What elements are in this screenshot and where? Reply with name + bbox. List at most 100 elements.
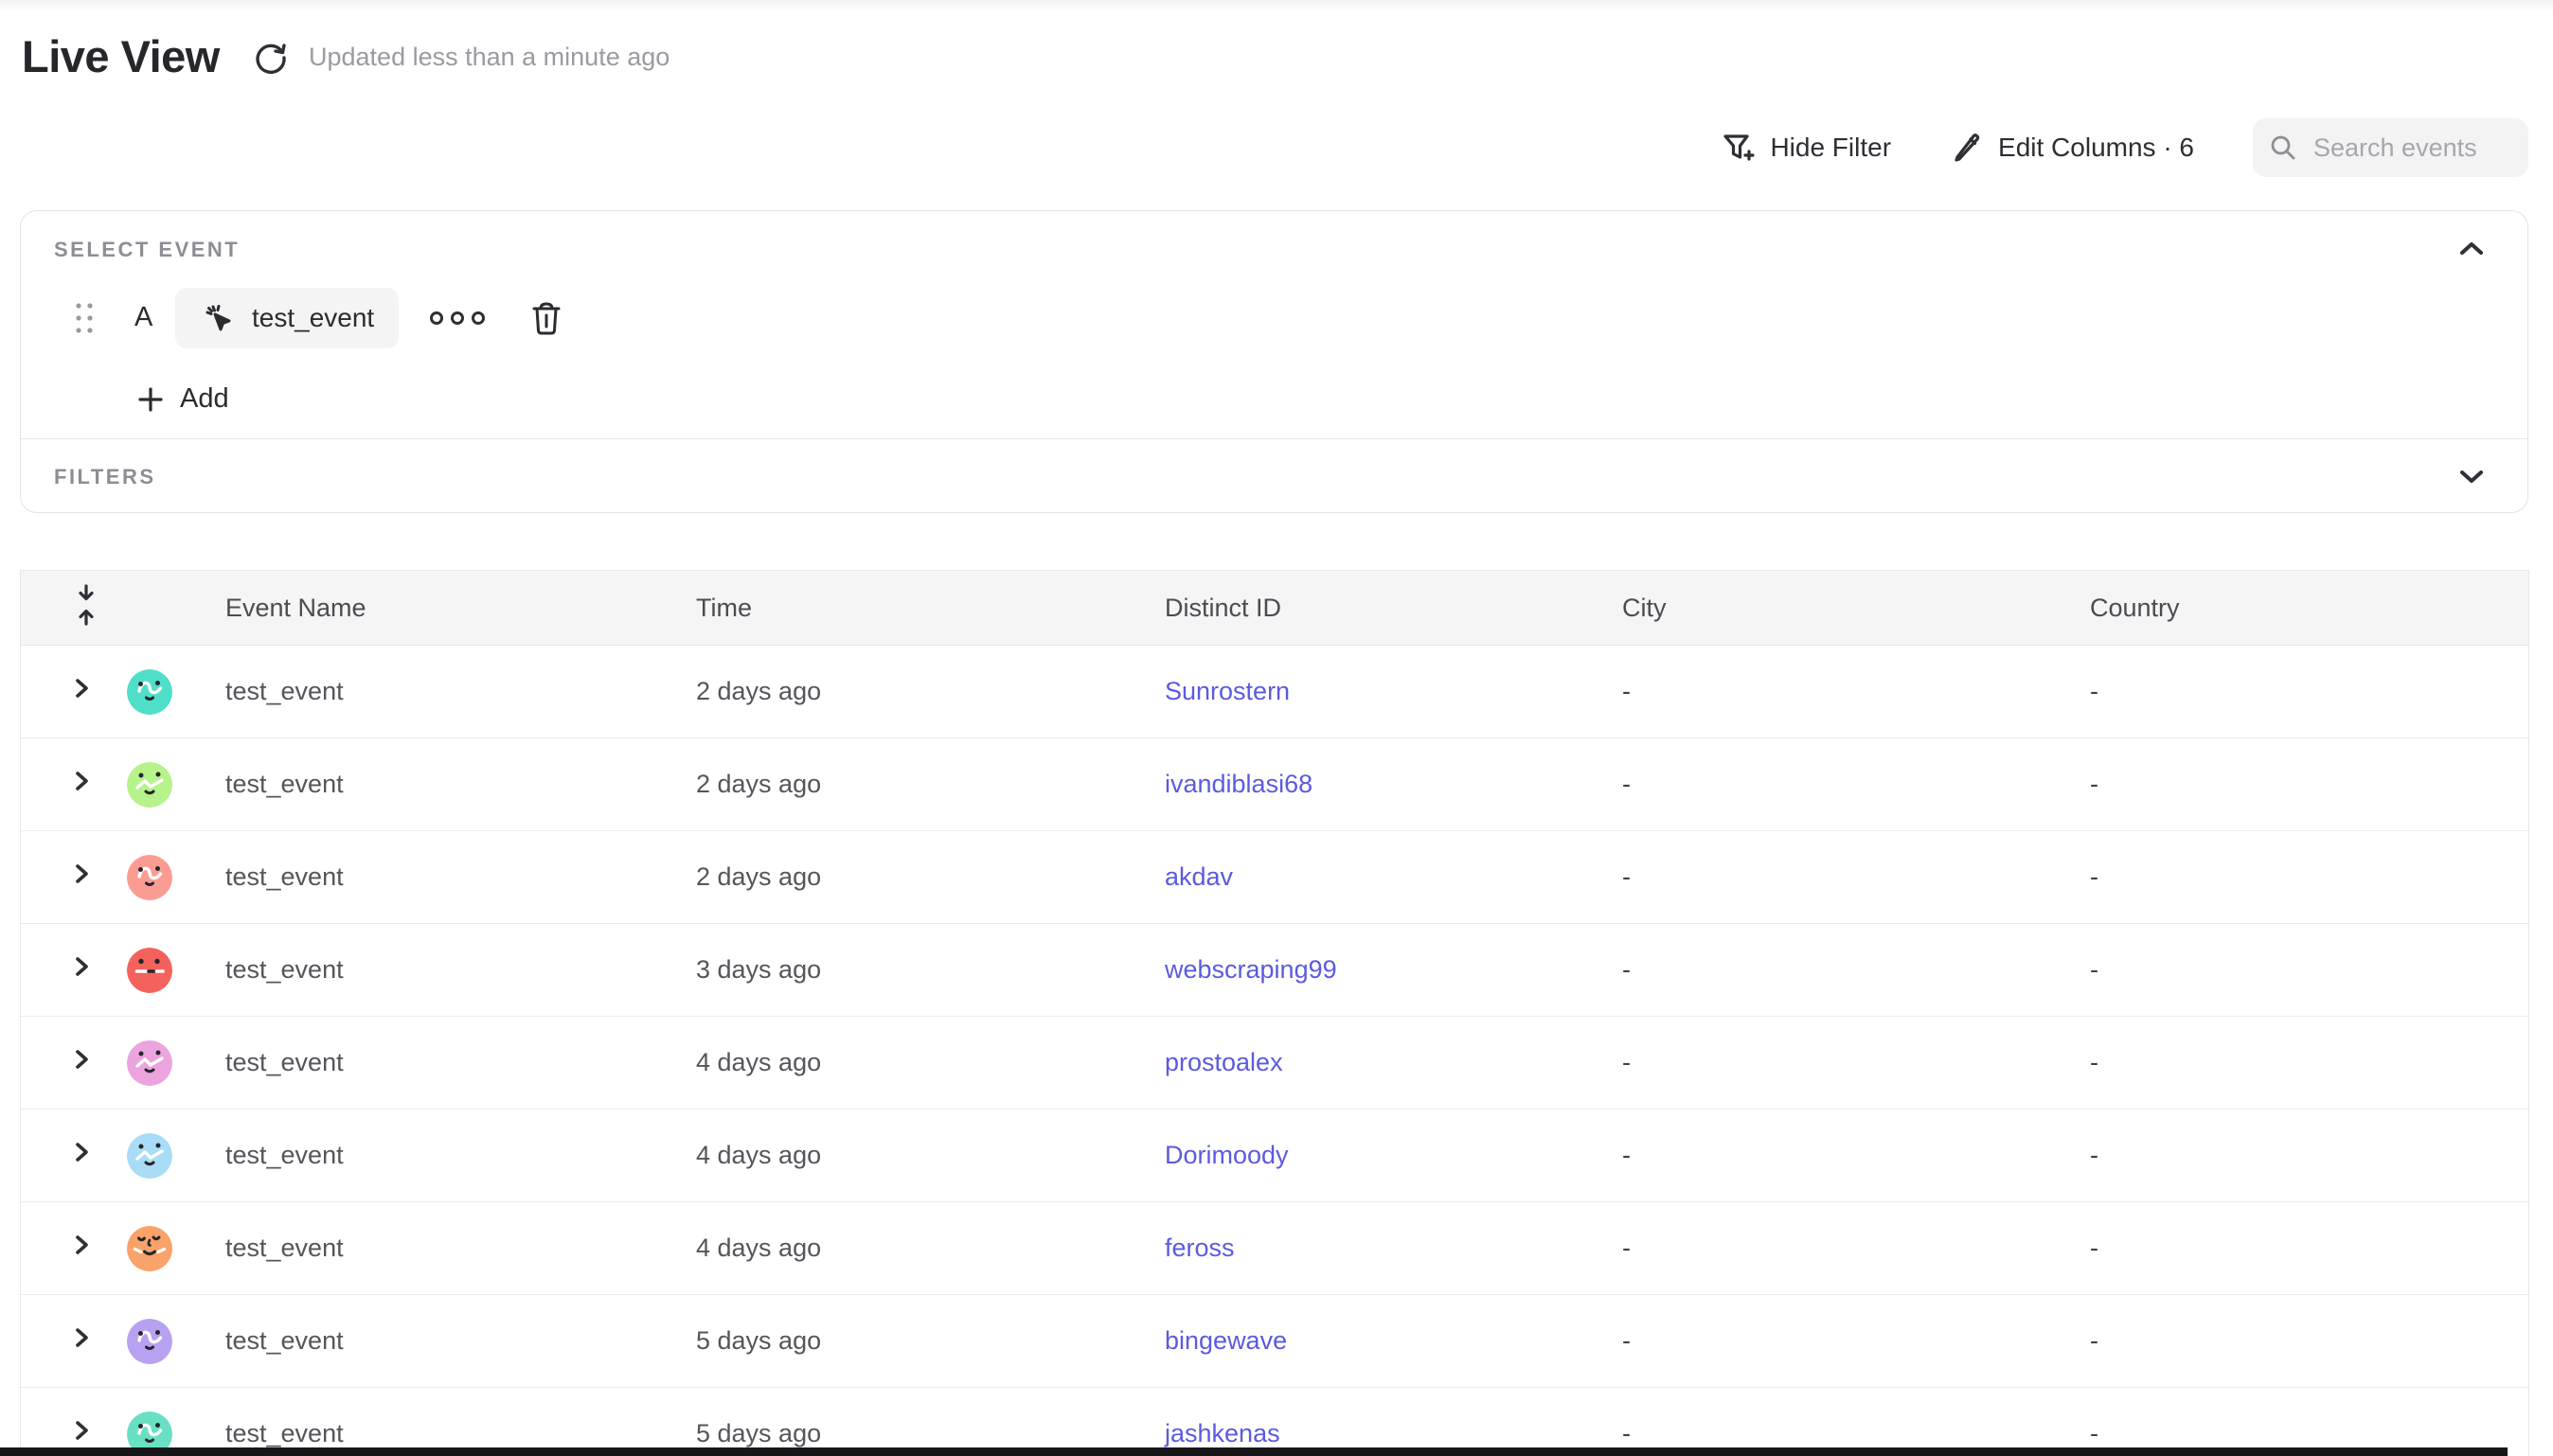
table-row[interactable]: test_event 4 days ago Dorimoody - - (21, 1110, 2528, 1202)
distinct-id-link[interactable]: feross (1165, 1234, 1235, 1262)
delete-event-button[interactable] (528, 299, 564, 337)
expand-row-button[interactable] (69, 1418, 94, 1443)
refresh-icon (253, 40, 289, 76)
expand-row-button[interactable] (69, 769, 94, 793)
column-header-distinct-id: Distinct ID (1165, 594, 1622, 623)
avatar (127, 1226, 172, 1271)
country-cell: - (2090, 862, 2528, 892)
live-view-page: Live View Updated less than a minute ago… (0, 0, 2553, 1456)
expand-filters-button[interactable] (2455, 465, 2488, 488)
column-header-time: Time (696, 594, 1165, 623)
event-options-button[interactable] (430, 305, 489, 331)
distinct-id-link[interactable]: Dorimoody (1165, 1141, 1289, 1169)
cursor-click-icon (200, 299, 238, 337)
distinct-id-link[interactable]: akdav (1165, 862, 1233, 891)
avatar (127, 1133, 172, 1179)
table-row[interactable]: test_event 2 days ago Sunrostern - - (21, 646, 2528, 738)
select-event-section-label: SELECT EVENT (54, 238, 240, 262)
more-options-icon (430, 311, 443, 325)
query-builder-panel: SELECT EVENT A test_event (20, 210, 2528, 513)
panel-divider (21, 438, 2527, 439)
country-cell: - (2090, 1234, 2528, 1263)
drag-handle-icon[interactable] (74, 301, 95, 335)
distinct-id-link[interactable]: jashkenas (1165, 1419, 1280, 1447)
table-row[interactable]: test_event 3 days ago webscraping99 - - (21, 924, 2528, 1017)
collapse-all-rows-button[interactable] (69, 582, 103, 628)
chevron-right-icon (69, 1140, 94, 1164)
country-cell: - (2090, 955, 2528, 985)
event-name-cell: test_event (225, 862, 696, 892)
time-cell: 2 days ago (696, 677, 1165, 706)
edit-columns-label: Edit Columns · 6 (1998, 133, 2194, 163)
page-title: Live View (22, 30, 220, 82)
table-row[interactable]: test_event 4 days ago prostoalex - - (21, 1017, 2528, 1110)
filter-plus-icon (1720, 130, 1756, 166)
city-cell: - (1622, 1141, 2090, 1170)
table-row[interactable]: test_event 5 days ago bingewave - - (21, 1295, 2528, 1388)
chevron-up-icon (2455, 238, 2488, 260)
search-events-input[interactable] (2312, 133, 2513, 164)
search-events-box (2253, 118, 2528, 177)
distinct-id-link[interactable]: Sunrostern (1165, 677, 1290, 705)
time-cell: 4 days ago (696, 1048, 1165, 1077)
country-cell: - (2090, 1326, 2528, 1356)
add-event-button[interactable]: Add (136, 383, 229, 415)
column-header-city: City (1622, 594, 2090, 623)
chevron-right-icon (69, 861, 94, 886)
event-name-cell: test_event (225, 677, 696, 706)
hide-filter-label: Hide Filter (1770, 133, 1891, 163)
country-cell: - (2090, 1048, 2528, 1077)
expand-row-button[interactable] (69, 676, 94, 701)
time-cell: 2 days ago (696, 770, 1165, 799)
country-cell: - (2090, 1419, 2528, 1448)
time-cell: 5 days ago (696, 1326, 1165, 1356)
distinct-id-link[interactable]: bingewave (1165, 1326, 1287, 1355)
pencil-icon (1950, 131, 1984, 165)
avatar (127, 1040, 172, 1086)
avatar (127, 762, 172, 808)
refresh-button[interactable] (253, 40, 289, 76)
distinct-id-link[interactable]: prostoalex (1165, 1048, 1283, 1076)
city-cell: - (1622, 770, 2090, 799)
hide-filter-button[interactable]: Hide Filter (1720, 130, 1891, 166)
collapse-select-event-button[interactable] (2455, 238, 2488, 260)
avatar (127, 948, 172, 993)
event-name-cell: test_event (225, 1234, 696, 1263)
table-row[interactable]: test_event 2 days ago ivandiblasi68 - - (21, 738, 2528, 831)
city-cell: - (1622, 1419, 2090, 1448)
time-cell: 4 days ago (696, 1234, 1165, 1263)
expand-row-button[interactable] (69, 1047, 94, 1072)
city-cell: - (1622, 955, 2090, 985)
expand-row-button[interactable] (69, 1140, 94, 1164)
search-icon (2268, 133, 2298, 163)
chevron-right-icon (69, 954, 94, 979)
event-series-letter: A (134, 302, 152, 333)
table-row[interactable]: test_event 2 days ago akdav - - (21, 831, 2528, 924)
city-cell: - (1622, 1326, 2090, 1356)
distinct-id-link[interactable]: ivandiblasi68 (1165, 770, 1312, 798)
column-header-country: Country (2090, 594, 2528, 623)
expand-row-button[interactable] (69, 954, 94, 979)
edit-columns-button[interactable]: Edit Columns · 6 (1950, 131, 2194, 165)
table-row[interactable]: test_event 5 days ago jashkenas - - (21, 1388, 2528, 1456)
events-table: Event Name Time Distinct ID City Country (20, 570, 2529, 1456)
avatar (127, 855, 172, 900)
event-chip-button[interactable]: test_event (175, 288, 399, 348)
toolbar: Hide Filter Edit Columns · 6 (1720, 117, 2528, 178)
avatar (127, 1319, 172, 1364)
expand-row-button[interactable] (69, 861, 94, 886)
expand-row-button[interactable] (69, 1325, 94, 1350)
country-cell: - (2090, 770, 2528, 799)
table-row[interactable]: test_event 4 days ago feross - - (21, 1202, 2528, 1295)
collapse-rows-icon (69, 582, 103, 628)
distinct-id-link[interactable]: webscraping99 (1165, 955, 1337, 984)
updated-status: Updated less than a minute ago (309, 43, 669, 72)
city-cell: - (1622, 1048, 2090, 1077)
event-name-cell: test_event (225, 1326, 696, 1356)
event-name-cell: test_event (225, 770, 696, 799)
bottom-edge-bar (0, 1447, 2508, 1456)
time-cell: 4 days ago (696, 1141, 1165, 1170)
country-cell: - (2090, 677, 2528, 706)
expand-row-button[interactable] (69, 1233, 94, 1257)
chevron-right-icon (69, 769, 94, 793)
